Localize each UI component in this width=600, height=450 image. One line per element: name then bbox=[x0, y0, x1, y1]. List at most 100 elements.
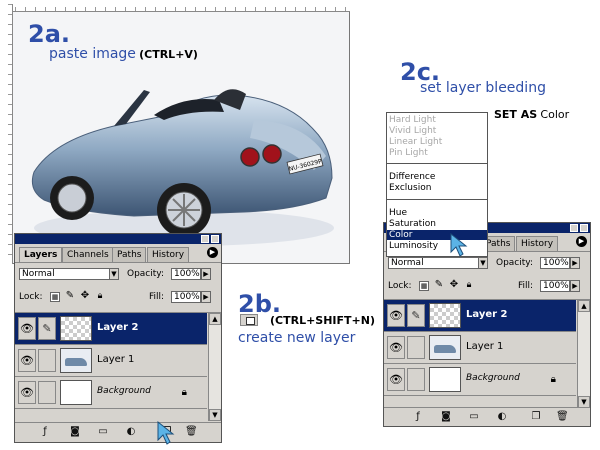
lock-all-icon[interactable]: 🔒︎ bbox=[95, 292, 105, 302]
blend-option-vivid-light[interactable]: Vivid Light bbox=[389, 126, 436, 136]
lock-move-icon[interactable]: ✥ bbox=[449, 280, 459, 291]
eye-icon[interactable]: 👁︎ bbox=[18, 317, 36, 340]
blend-mode-dropdown-icon[interactable]: ▼ bbox=[478, 257, 488, 269]
tab-channels[interactable]: Channels bbox=[62, 247, 114, 262]
minimize-button[interactable] bbox=[201, 235, 209, 243]
close-button[interactable] bbox=[211, 235, 219, 243]
opacity-label: Opacity: bbox=[496, 258, 533, 268]
layer-row-layer-1[interactable]: 👁︎ Layer 1 bbox=[15, 345, 207, 377]
minimize-button[interactable] bbox=[570, 224, 578, 232]
tab-history[interactable]: History bbox=[147, 247, 190, 262]
layer-row-background[interactable]: 👁︎ Background 🔒︎ bbox=[384, 364, 576, 396]
lock-brush-icon[interactable]: ✎ bbox=[434, 280, 444, 291]
blend-option-hard-light[interactable]: Hard Light bbox=[389, 115, 436, 125]
blend-row: Normal ▼ Opacity: 100% ▶ bbox=[384, 255, 590, 271]
blend-option-color[interactable]: Color bbox=[387, 230, 487, 240]
trash-icon[interactable]: 🗑︎ bbox=[556, 411, 569, 423]
blend-option-luminosity[interactable]: Luminosity bbox=[389, 241, 438, 251]
lock-icon: 🔒︎ bbox=[181, 387, 187, 398]
fill-arrow-icon[interactable]: ▶ bbox=[201, 291, 211, 303]
add-mask-icon[interactable]: ◙ bbox=[440, 411, 452, 423]
blend-mode-select[interactable]: Normal bbox=[388, 257, 480, 269]
layer-style-icon[interactable]: ƒ bbox=[39, 426, 51, 438]
fill-label: Fill: bbox=[518, 281, 534, 291]
step-2a-action: paste image bbox=[49, 46, 136, 62]
layer-thumbnail bbox=[429, 367, 461, 392]
blend-option-saturation[interactable]: Saturation bbox=[389, 219, 436, 229]
layer-name: Layer 1 bbox=[466, 341, 504, 352]
new-layer-icon bbox=[240, 314, 258, 326]
tab-history[interactable]: History bbox=[516, 236, 559, 251]
trash-icon[interactable]: 🗑︎ bbox=[185, 426, 198, 438]
palette-title-bar[interactable] bbox=[15, 234, 221, 244]
fill-input[interactable]: 100% bbox=[171, 291, 201, 303]
layer-row-layer-2[interactable]: 👁︎ ✎ Layer 2 bbox=[384, 300, 576, 332]
close-button[interactable] bbox=[580, 224, 588, 232]
layer-name: Background bbox=[466, 373, 520, 383]
scroll-up-icon[interactable]: ▲ bbox=[209, 313, 221, 325]
step-2b-action: create new layer bbox=[238, 330, 356, 346]
eye-icon[interactable]: 👁︎ bbox=[18, 349, 36, 372]
palette-menu-icon[interactable]: ▶ bbox=[576, 236, 587, 247]
fill-input[interactable]: 100% bbox=[540, 280, 570, 292]
eye-icon[interactable]: 👁︎ bbox=[18, 381, 36, 404]
layer-name: Layer 1 bbox=[97, 354, 135, 365]
lock-label: Lock: bbox=[388, 281, 412, 291]
lock-transparency-icon[interactable]: ▦ bbox=[50, 292, 60, 302]
palette-menu-icon[interactable]: ▶ bbox=[207, 247, 218, 258]
blend-option-linear-light[interactable]: Linear Light bbox=[389, 137, 442, 147]
layer-row-layer-1[interactable]: 👁︎ Layer 1 bbox=[384, 332, 576, 364]
add-mask-icon[interactable]: ◙ bbox=[69, 426, 81, 438]
step-2c-set-as: SET AS Color bbox=[494, 108, 569, 121]
step-2a-number: 2a. bbox=[28, 20, 71, 48]
layer-style-icon[interactable]: ƒ bbox=[412, 411, 424, 423]
link-slot[interactable] bbox=[38, 349, 56, 372]
new-layer-icon[interactable]: ❐ bbox=[530, 411, 542, 423]
adjustment-layer-icon[interactable]: ◐ bbox=[496, 411, 508, 423]
blend-option-pin-light[interactable]: Pin Light bbox=[389, 148, 428, 158]
opacity-input[interactable]: 100% bbox=[540, 257, 570, 269]
eye-icon[interactable]: 👁︎ bbox=[387, 336, 405, 359]
layer-name: Layer 2 bbox=[97, 322, 139, 333]
scroll-down-icon[interactable]: ▼ bbox=[209, 409, 221, 421]
blend-option-difference[interactable]: Difference bbox=[389, 172, 435, 182]
blend-mode-dropdown-icon[interactable]: ▼ bbox=[109, 268, 119, 280]
eye-icon[interactable]: 👁︎ bbox=[387, 304, 405, 327]
layer-thumbnail bbox=[429, 303, 461, 328]
fill-arrow-icon[interactable]: ▶ bbox=[570, 280, 580, 292]
brush-icon[interactable]: ✎ bbox=[38, 317, 56, 340]
layer-row-background[interactable]: 👁︎ Background 🔒︎ bbox=[15, 377, 207, 409]
link-slot[interactable] bbox=[38, 381, 56, 404]
layers-scrollbar[interactable]: ▲ ▼ bbox=[577, 300, 590, 408]
lock-transparency-icon[interactable]: ▦ bbox=[419, 281, 429, 291]
opacity-input[interactable]: 100% bbox=[171, 268, 201, 280]
opacity-arrow-icon[interactable]: ▶ bbox=[570, 257, 580, 269]
brush-icon[interactable]: ✎ bbox=[407, 304, 425, 327]
lock-label: Lock: bbox=[19, 292, 43, 302]
lock-brush-icon[interactable]: ✎ bbox=[65, 291, 75, 302]
ruler-horizontal bbox=[5, 4, 350, 12]
adjustment-layer-icon[interactable]: ◐ bbox=[125, 426, 137, 438]
blend-option-hue[interactable]: Hue bbox=[389, 208, 407, 218]
lock-row: Lock: ▦ ✎ ✥ 🔒︎ Fill: 100% ▶ bbox=[384, 278, 590, 294]
opacity-arrow-icon[interactable]: ▶ bbox=[201, 268, 211, 280]
scroll-up-icon[interactable]: ▲ bbox=[578, 300, 590, 312]
layers-scrollbar[interactable]: ▲ ▼ bbox=[208, 313, 221, 421]
link-slot[interactable] bbox=[407, 336, 425, 359]
eye-icon[interactable]: 👁︎ bbox=[387, 368, 405, 391]
blend-mode-select[interactable]: Normal bbox=[19, 268, 111, 280]
step-2c-action: set layer bleeding bbox=[420, 80, 546, 96]
menu-divider bbox=[387, 163, 487, 164]
lock-all-icon[interactable]: 🔒︎ bbox=[464, 281, 474, 291]
layer-row-layer-2[interactable]: 👁︎ ✎ Layer 2 bbox=[15, 313, 207, 345]
new-set-icon[interactable]: ▭ bbox=[468, 411, 480, 423]
blend-option-exclusion[interactable]: Exclusion bbox=[389, 183, 431, 193]
layer-thumbnail bbox=[60, 316, 92, 341]
tab-paths[interactable]: Paths bbox=[112, 247, 147, 262]
fill-label: Fill: bbox=[149, 292, 165, 302]
tab-layers[interactable]: Layers bbox=[19, 247, 63, 262]
link-slot[interactable] bbox=[407, 368, 425, 391]
palette-bottom-bar: ƒ ◙ ▭ ◐ ❐ 🗑︎ bbox=[384, 407, 590, 426]
lock-move-icon[interactable]: ✥ bbox=[80, 291, 90, 302]
new-set-icon[interactable]: ▭ bbox=[97, 426, 109, 438]
